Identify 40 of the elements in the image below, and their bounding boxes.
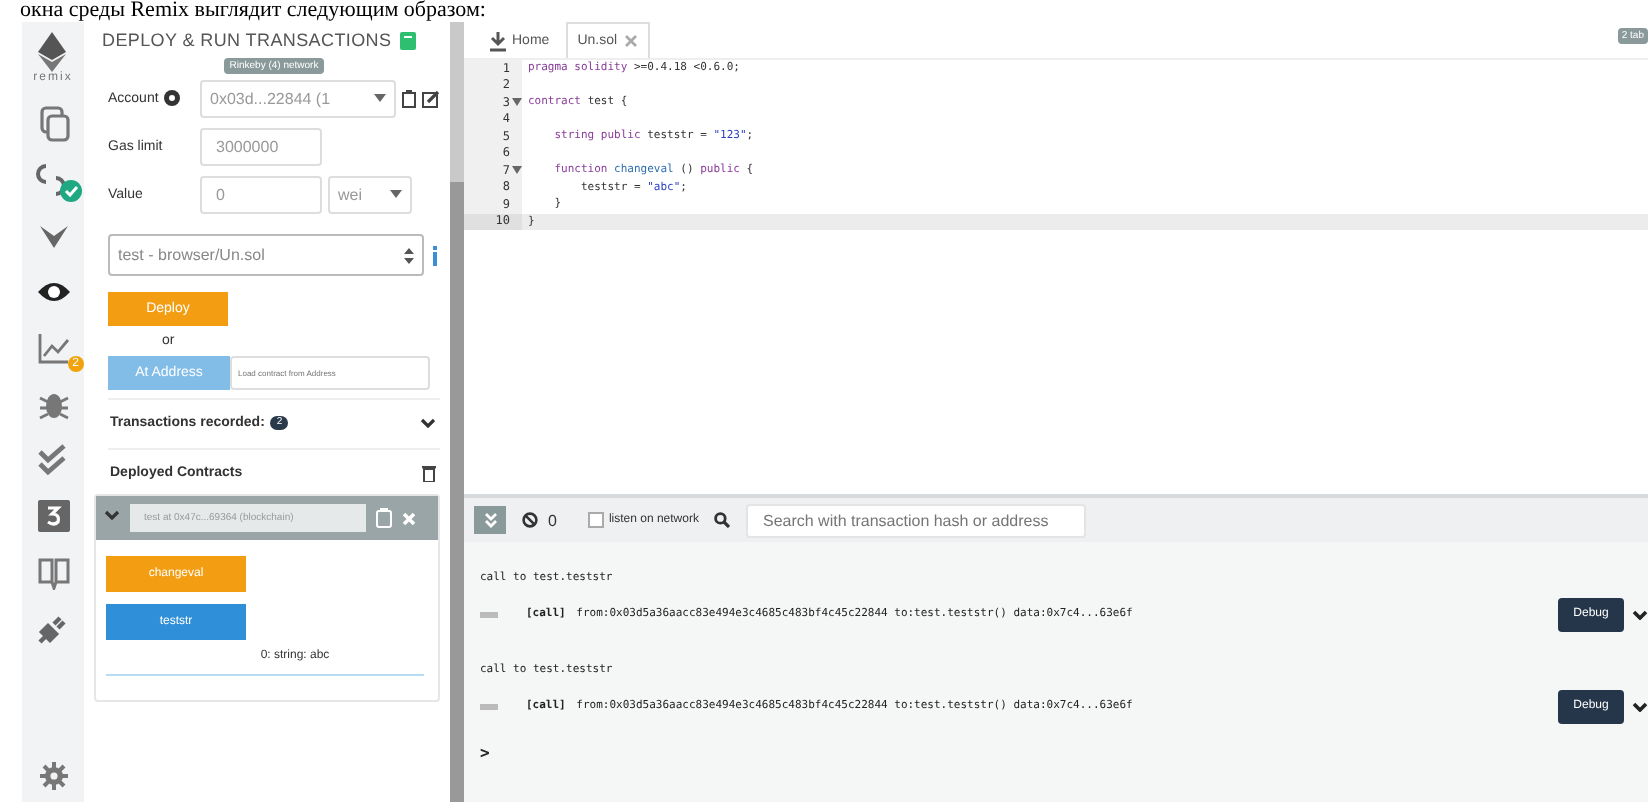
info-icon [164, 90, 181, 106]
fold-arrow-icon[interactable] [512, 98, 522, 107]
sort-arrows-icon [404, 247, 414, 263]
edit-icon[interactable] [422, 89, 440, 107]
call-status-icon [480, 611, 498, 617]
plug-icon[interactable] [35, 610, 71, 646]
double-chevron-icon [483, 512, 497, 528]
pending-count: 0 [548, 511, 557, 529]
caret-down-icon [374, 94, 386, 102]
account-dropdown[interactable]: 0x03d...22844 (1 [200, 79, 396, 117]
chevron-down-icon[interactable] [1632, 609, 1648, 619]
unit-dropdown[interactable]: wei [328, 175, 412, 213]
clear-icon[interactable] [522, 512, 538, 528]
files-icon[interactable] [35, 106, 71, 142]
listen-checkbox[interactable] [588, 512, 605, 528]
scrollbar[interactable] [450, 22, 464, 802]
info-icon[interactable] [432, 245, 438, 265]
chevron-down-icon[interactable] [1632, 701, 1648, 711]
panel-title: DEPLOY & RUN TRANSACTIONS [102, 30, 392, 50]
search-field[interactable]: Search with transaction hash or address [746, 503, 1087, 537]
numbered-square-icon[interactable] [35, 498, 71, 534]
search-icon [714, 512, 731, 528]
settings-icon[interactable] [39, 762, 67, 790]
trash-icon[interactable] [422, 463, 436, 481]
copy-icon[interactable] [402, 89, 416, 107]
call-status-icon [480, 703, 498, 709]
fold-arrow-icon[interactable] [512, 166, 522, 175]
line-chart-icon[interactable] [35, 330, 71, 366]
contract-dropdown[interactable]: test - browser/Un.sol [108, 234, 424, 276]
gas-limit-field[interactable]: 3000000 [200, 127, 322, 165]
caret-down-icon [390, 190, 402, 198]
prompt-symbol: > [480, 743, 490, 761]
ethereum-logo-icon [38, 32, 67, 72]
book-icon[interactable] [35, 554, 71, 590]
collapse-button[interactable] [474, 506, 506, 534]
value-field[interactable]: 0 [200, 175, 322, 213]
caption-text: окна среды Remix выглядит следующим образом: [18, 0, 488, 22]
chevron-down-icon[interactable] [420, 417, 436, 427]
home-icon [490, 31, 506, 51]
double-check-icon[interactable] [35, 442, 71, 478]
